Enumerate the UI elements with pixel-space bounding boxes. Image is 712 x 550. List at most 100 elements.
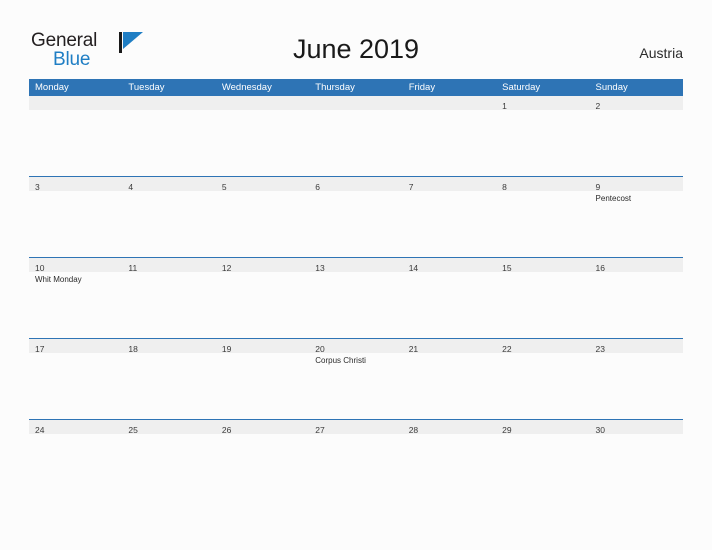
day-cell[interactable]: 5 xyxy=(215,177,310,257)
weekday-header-monday: Monday xyxy=(35,82,69,93)
day-number-band: 9 xyxy=(589,177,683,192)
day-number-band: 27 xyxy=(309,420,403,435)
day-number: 14 xyxy=(408,263,419,273)
day-cell[interactable]: 11 xyxy=(122,258,216,338)
day-cell[interactable]: 3 xyxy=(29,177,123,257)
day-cell[interactable] xyxy=(309,96,403,176)
day-number-band xyxy=(309,96,403,110)
day-number-band: 2 xyxy=(589,96,683,111)
day-cell[interactable]: 9 Pentecost xyxy=(589,177,683,257)
day-number-band: 19 xyxy=(215,339,310,354)
day-cell[interactable]: 25 xyxy=(122,420,216,500)
day-cell[interactable]: 1 xyxy=(496,96,590,176)
day-number: 12 xyxy=(221,263,232,273)
day-cell[interactable]: 24 xyxy=(29,420,123,500)
day-number: 9 xyxy=(595,182,601,192)
day-cell[interactable]: 29 xyxy=(496,420,590,500)
calendar-week-row: 10 Whit Monday 11 12 13 14 15 16 xyxy=(29,257,683,338)
day-number-band xyxy=(29,96,123,110)
weekday-header-sunday: Sunday xyxy=(595,82,628,93)
day-number-band: 8 xyxy=(496,177,590,192)
day-number: 11 xyxy=(128,263,138,273)
day-cell[interactable]: 22 xyxy=(496,339,590,419)
day-cell[interactable]: 20 Corpus Christi xyxy=(309,339,403,419)
day-number: 8 xyxy=(502,182,507,192)
day-cell[interactable]: 14 xyxy=(402,258,497,338)
day-number: 7 xyxy=(408,182,414,192)
day-number-band: 30 xyxy=(589,420,683,435)
day-number-band xyxy=(122,96,216,110)
day-number: 18 xyxy=(128,344,138,354)
calendar-page: General Blue June 2019 Austria Monday Tu… xyxy=(0,0,712,550)
day-cell[interactable] xyxy=(402,96,497,176)
day-cell[interactable]: 17 xyxy=(29,339,123,419)
day-cell[interactable]: 6 xyxy=(309,177,403,257)
country-label: Austria xyxy=(639,45,683,61)
day-cell[interactable]: 4 xyxy=(122,177,216,257)
day-number-band: 26 xyxy=(215,420,310,435)
weekday-header-friday: Friday xyxy=(408,82,436,93)
holiday-label: Corpus Christi xyxy=(315,356,366,365)
day-number: 21 xyxy=(408,344,419,354)
day-number: 24 xyxy=(35,425,45,435)
weekday-header-wednesday: Wednesday xyxy=(221,82,272,93)
day-number-band: 17 xyxy=(29,339,123,354)
day-number-band: 13 xyxy=(309,258,403,273)
page-header: General Blue June 2019 Austria xyxy=(0,0,712,76)
day-number-band: 6 xyxy=(309,177,403,192)
day-number-band xyxy=(215,96,310,110)
calendar-weeks: 1 2 3 4 5 6 7 8 9 Pentecost 10 Whit Monday 11 12 13 14 1… xyxy=(29,96,683,500)
weekday-header-saturday: Saturday xyxy=(502,82,541,93)
day-number-band: 14 xyxy=(402,258,497,273)
day-number: 10 xyxy=(35,263,45,273)
day-number-band: 20 xyxy=(309,339,403,354)
day-number-band: 15 xyxy=(496,258,590,273)
week-days: 10 Whit Monday 11 12 13 14 15 16 xyxy=(29,258,683,338)
day-cell[interactable]: 10 Whit Monday xyxy=(29,258,123,338)
day-cell[interactable]: 7 xyxy=(402,177,497,257)
day-number: 5 xyxy=(221,182,227,192)
calendar-week-row: 24 25 26 27 28 29 30 xyxy=(29,419,683,500)
day-cell[interactable] xyxy=(29,96,123,176)
day-events: Pentecost xyxy=(590,191,683,204)
day-cell[interactable]: 15 xyxy=(496,258,590,338)
day-number: 3 xyxy=(35,182,40,192)
day-cell[interactable] xyxy=(122,96,216,176)
day-cell[interactable]: 18 xyxy=(122,339,216,419)
day-number-band: 1 xyxy=(496,96,590,111)
day-events: Whit Monday xyxy=(29,272,122,285)
day-number-band: 29 xyxy=(496,420,590,435)
day-cell[interactable]: 12 xyxy=(215,258,310,338)
day-cell[interactable]: 19 xyxy=(215,339,310,419)
week-days: 17 18 19 20 Corpus Christi 21 22 23 xyxy=(29,339,683,419)
day-number: 19 xyxy=(221,344,232,354)
day-events: Corpus Christi xyxy=(309,353,402,366)
day-number-band: 21 xyxy=(402,339,497,354)
day-number-band: 28 xyxy=(402,420,497,435)
day-cell[interactable]: 13 xyxy=(309,258,403,338)
week-days: 3 4 5 6 7 8 9 Pentecost xyxy=(29,177,683,257)
holiday-label: Whit Monday xyxy=(35,275,82,284)
day-number: 6 xyxy=(315,182,320,192)
day-cell[interactable]: 2 xyxy=(589,96,683,176)
calendar-week-row: 17 18 19 20 Corpus Christi 21 22 23 xyxy=(29,338,683,419)
day-cell[interactable]: 28 xyxy=(402,420,497,500)
day-number-band: 16 xyxy=(589,258,683,273)
day-cell[interactable]: 23 xyxy=(589,339,683,419)
day-number: 20 xyxy=(315,344,325,354)
day-cell[interactable]: 30 xyxy=(589,420,683,500)
day-number: 23 xyxy=(595,344,605,354)
day-cell[interactable]: 21 xyxy=(402,339,497,419)
day-number-band: 23 xyxy=(589,339,683,354)
weekday-header-row: Monday Tuesday Wednesday Thursday Friday… xyxy=(29,79,683,96)
day-number: 1 xyxy=(502,101,507,111)
day-number: 26 xyxy=(221,425,232,435)
week-days: 12 xyxy=(29,96,683,176)
day-cell[interactable]: 8 xyxy=(496,177,590,257)
day-cell[interactable] xyxy=(215,96,310,176)
day-number-band: 10 xyxy=(29,258,123,273)
day-cell[interactable]: 16 xyxy=(589,258,683,338)
day-number: 2 xyxy=(595,101,601,111)
day-cell[interactable]: 26 xyxy=(215,420,310,500)
day-cell[interactable]: 27 xyxy=(309,420,403,500)
